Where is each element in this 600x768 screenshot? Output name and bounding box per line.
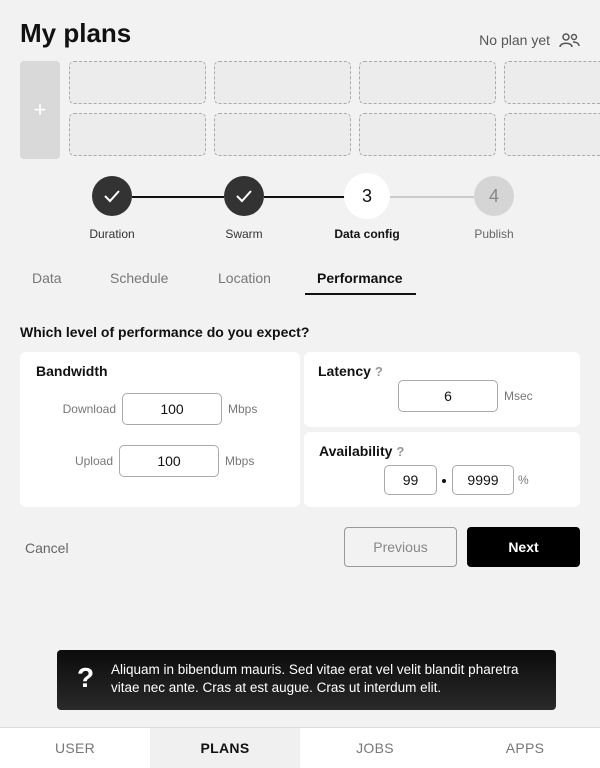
step-duration[interactable] xyxy=(92,176,132,216)
step-publish[interactable]: 4 xyxy=(474,176,514,216)
plan-slot[interactable] xyxy=(69,113,206,156)
step-label-publish: Publish xyxy=(474,227,514,241)
tab-data[interactable]: Data xyxy=(32,270,62,286)
plan-slot[interactable] xyxy=(359,61,496,104)
latency-title-text: Latency xyxy=(318,363,371,379)
form-question: Which level of performance do you expect… xyxy=(20,324,310,340)
decimal-separator xyxy=(442,479,446,483)
bottom-nav: USER PLANS JOBS APPS xyxy=(0,727,600,768)
plan-status: No plan yet xyxy=(479,32,580,48)
plan-slot[interactable] xyxy=(69,61,206,104)
check-icon xyxy=(104,190,120,203)
toast-message: Aliquam in bibendum mauris. Sed vitae er… xyxy=(111,662,519,695)
latency-title: Latency? xyxy=(318,363,383,379)
add-plan-button[interactable]: + xyxy=(20,61,60,159)
download-input[interactable]: 100 xyxy=(122,393,222,425)
step-label-duration: Duration xyxy=(89,227,135,241)
upload-input[interactable]: 100 xyxy=(119,445,219,477)
step-connector xyxy=(388,196,474,198)
help-toast: ? Aliquam in bibendum mauris. Sed vitae … xyxy=(57,650,556,710)
availability-title: Availability? xyxy=(319,443,404,459)
plan-slot[interactable] xyxy=(359,113,496,156)
step-label-swarm: Swarm xyxy=(225,227,263,241)
previous-button[interactable]: Previous xyxy=(344,527,457,567)
nav-user[interactable]: USER xyxy=(0,728,150,768)
bandwidth-card: Bandwidth Download 100 Mbps Upload 100 M… xyxy=(20,352,300,507)
latency-unit: Msec xyxy=(504,389,533,403)
availability-card: Availability? 99 9999 % xyxy=(304,432,580,507)
plan-slot[interactable] xyxy=(214,61,351,104)
upload-unit: Mbps xyxy=(225,454,255,468)
step-connector xyxy=(132,196,224,198)
step-data-config[interactable]: 3 xyxy=(347,176,387,216)
step-connector xyxy=(264,196,346,198)
plan-slot[interactable] xyxy=(214,113,351,156)
availability-title-text: Availability xyxy=(319,443,393,459)
tab-location[interactable]: Location xyxy=(218,270,271,286)
plan-status-text: No plan yet xyxy=(479,32,550,48)
nav-jobs[interactable]: JOBS xyxy=(300,728,450,768)
bandwidth-title: Bandwidth xyxy=(36,363,108,379)
progress-stepper: 3 4 Duration Swarm Data config Publish xyxy=(0,176,600,246)
availability-help-icon[interactable]: ? xyxy=(396,444,404,459)
cancel-button[interactable]: Cancel xyxy=(25,540,69,556)
next-button[interactable]: Next xyxy=(467,527,580,567)
nav-apps[interactable]: APPS xyxy=(450,728,600,768)
question-mark-icon: ? xyxy=(77,662,95,693)
availability-major-input[interactable]: 99 xyxy=(384,465,437,495)
step-label-data-config: Data config xyxy=(334,227,400,241)
availability-minor-input[interactable]: 9999 xyxy=(452,465,514,495)
active-tab-indicator xyxy=(305,293,416,295)
latency-card: Latency? 6 Msec xyxy=(304,352,580,427)
plan-slot[interactable] xyxy=(504,61,600,104)
nav-plans[interactable]: PLANS xyxy=(150,728,300,768)
tab-performance[interactable]: Performance xyxy=(317,270,403,286)
download-unit: Mbps xyxy=(228,402,258,416)
config-tabs: Data Schedule Location Performance xyxy=(0,268,600,298)
latency-help-icon[interactable]: ? xyxy=(375,364,383,379)
plan-slot[interactable] xyxy=(504,113,600,156)
download-label: Download xyxy=(62,402,116,416)
check-icon xyxy=(236,190,252,203)
latency-input[interactable]: 6 xyxy=(398,380,498,412)
tab-schedule[interactable]: Schedule xyxy=(110,270,168,286)
step-swarm[interactable] xyxy=(224,176,264,216)
page-title: My plans xyxy=(20,18,132,48)
availability-unit: % xyxy=(518,473,529,487)
user-icon xyxy=(558,32,580,48)
upload-label: Upload xyxy=(74,454,113,468)
